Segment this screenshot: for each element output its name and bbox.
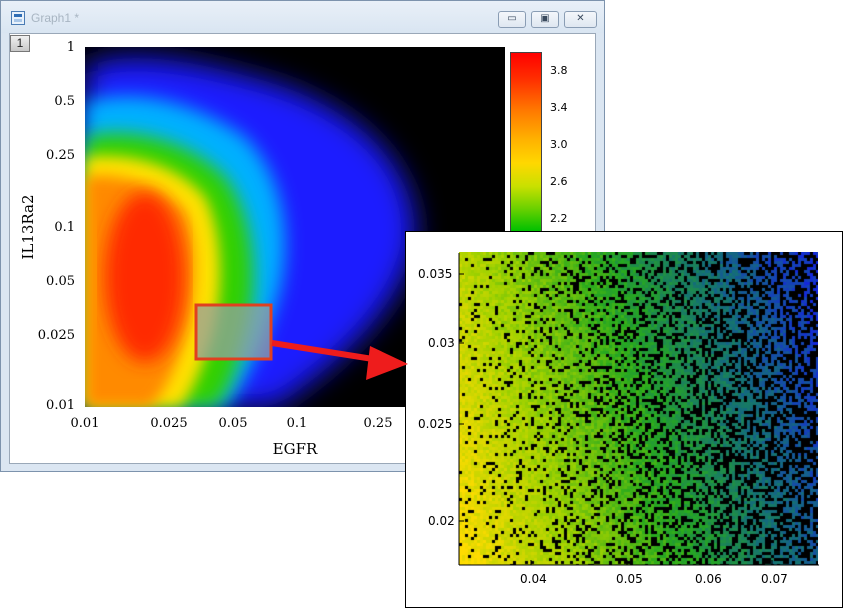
zoom-arrow-head	[366, 346, 408, 380]
zoom-arrow-layer	[271, 340, 408, 380]
